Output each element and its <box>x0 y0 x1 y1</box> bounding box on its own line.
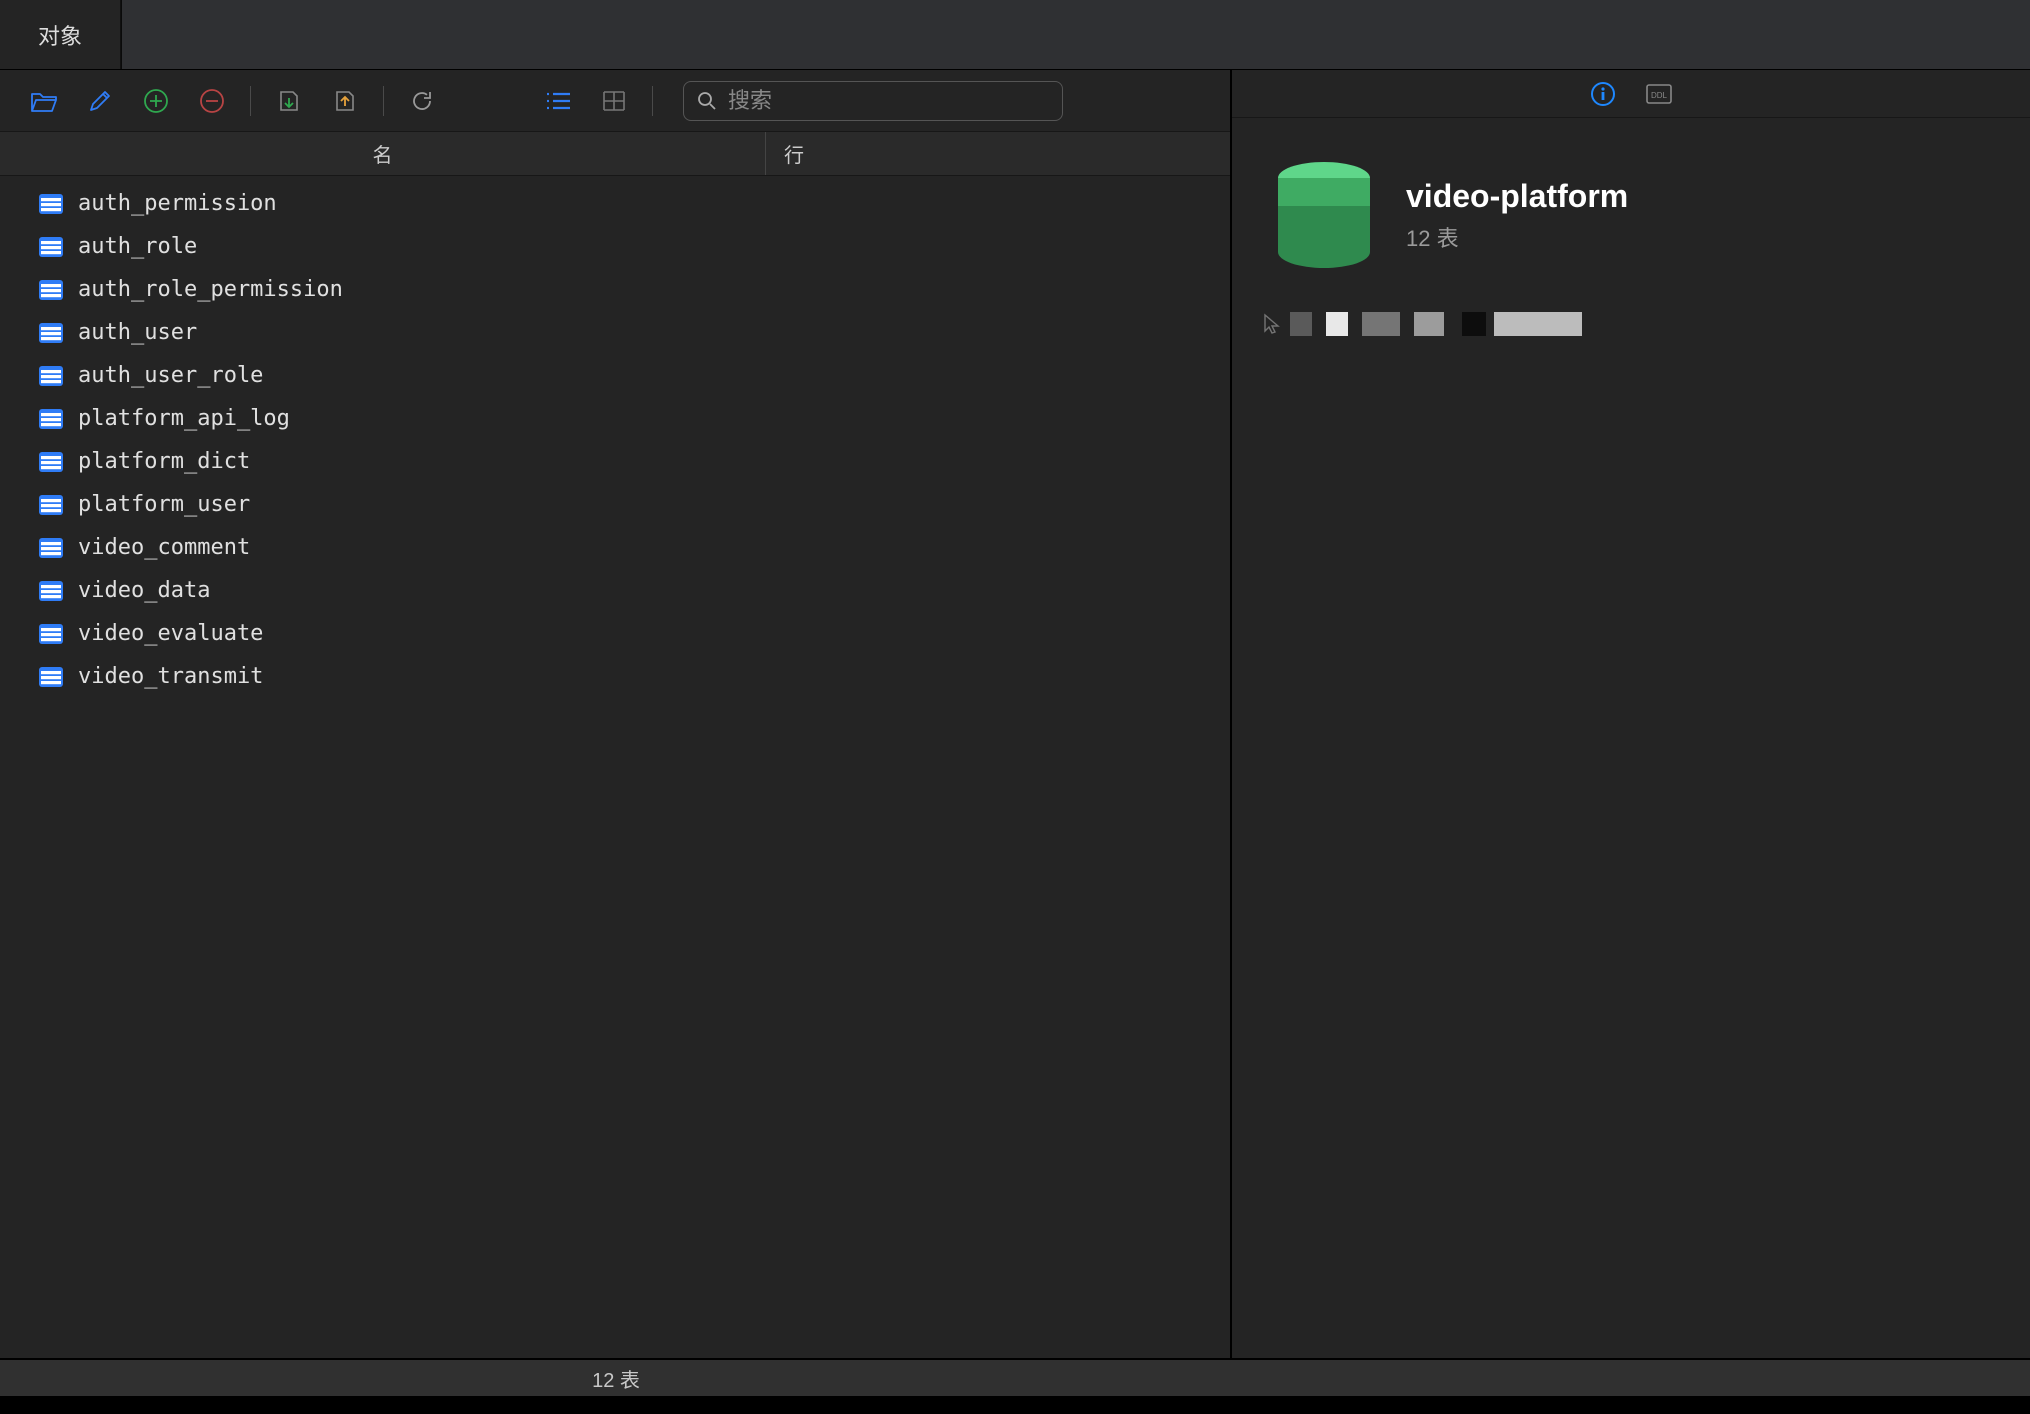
table-row[interactable]: auth_role_permission <box>0 268 1230 311</box>
table-name: platform_dict <box>78 449 250 474</box>
table-icon <box>38 666 64 688</box>
export-button[interactable] <box>317 79 373 123</box>
table-icon <box>38 193 64 215</box>
tab-empty-area <box>121 0 2030 69</box>
status-bar: 12 表 <box>0 1358 2030 1396</box>
table-row[interactable]: auth_user_role <box>0 354 1230 397</box>
table-row[interactable]: platform_dict <box>0 440 1230 483</box>
folder-open-icon <box>30 89 58 113</box>
table-icon <box>38 580 64 602</box>
search-icon <box>697 91 717 111</box>
obscured-strip <box>1232 288 2030 336</box>
table-row[interactable]: video_comment <box>0 526 1230 569</box>
tab-objects[interactable]: 对象 <box>0 0 121 69</box>
toolbar-separator <box>250 86 251 116</box>
table-name: video_transmit <box>78 664 263 689</box>
table-list: auth_permission auth_role auth_role_permis… <box>0 176 1230 1358</box>
database-icon <box>1274 160 1374 270</box>
cursor-icon <box>1262 313 1284 335</box>
table-row[interactable]: video_evaluate <box>0 612 1230 655</box>
table-name: video_evaluate <box>78 621 263 646</box>
add-button[interactable] <box>128 79 184 123</box>
database-header: video-platform 12 表 <box>1232 118 2030 288</box>
grid-icon <box>602 90 626 112</box>
detail-toolbar: DDL <box>1232 70 2030 118</box>
tab-strip: 对象 <box>0 0 2030 70</box>
bottom-edge <box>0 1396 2030 1414</box>
info-icon <box>1590 81 1616 107</box>
table-row[interactable]: auth_role <box>0 225 1230 268</box>
table-name: auth_role <box>78 234 197 259</box>
search-input[interactable] <box>683 81 1063 121</box>
import-icon <box>276 88 302 114</box>
table-icon <box>38 365 64 387</box>
ddl-tab[interactable]: DDL <box>1641 78 1677 110</box>
column-header-name[interactable]: 名 <box>0 132 766 175</box>
table-icon <box>38 451 64 473</box>
table-icon <box>38 322 64 344</box>
pencil-icon <box>87 88 113 114</box>
tab-label: 对象 <box>38 19 82 51</box>
column-header-rows[interactable]: 行 <box>766 132 1230 175</box>
table-row[interactable]: video_data <box>0 569 1230 612</box>
table-row[interactable]: video_transmit <box>0 655 1230 698</box>
table-name: auth_user_role <box>78 363 263 388</box>
table-name: platform_user <box>78 492 250 517</box>
export-icon <box>332 88 358 114</box>
table-name: auth_role_permission <box>78 277 343 302</box>
list-view-button[interactable] <box>530 79 586 123</box>
edit-button[interactable] <box>72 79 128 123</box>
list-icon <box>544 90 572 112</box>
database-name: video-platform <box>1406 178 1628 215</box>
table-name: auth_user <box>78 320 197 345</box>
open-button[interactable] <box>16 79 72 123</box>
table-name: auth_permission <box>78 191 277 216</box>
toolbar-separator <box>652 86 653 116</box>
ddl-icon: DDL <box>1645 83 1673 105</box>
info-tab[interactable] <box>1585 78 1621 110</box>
delete-button[interactable] <box>184 79 240 123</box>
refresh-icon <box>409 88 435 114</box>
table-name: video_data <box>78 578 210 603</box>
import-button[interactable] <box>261 79 317 123</box>
toolbar-separator <box>383 86 384 116</box>
table-row[interactable]: auth_permission <box>0 182 1230 225</box>
toolbar <box>0 70 1230 132</box>
plus-circle-icon <box>143 88 169 114</box>
table-icon <box>38 537 64 559</box>
database-summary: 12 表 <box>1406 221 1628 253</box>
status-text: 12 表 <box>592 1364 640 1393</box>
table-icon <box>38 408 64 430</box>
svg-text:DDL: DDL <box>1651 91 1668 100</box>
minus-circle-icon <box>199 88 225 114</box>
table-icon <box>38 279 64 301</box>
table-row[interactable]: platform_api_log <box>0 397 1230 440</box>
grid-view-button[interactable] <box>586 79 642 123</box>
table-icon <box>38 236 64 258</box>
table-icon <box>38 623 64 645</box>
search-wrap <box>683 81 1063 121</box>
table-name: platform_api_log <box>78 406 290 431</box>
table-row[interactable]: platform_user <box>0 483 1230 526</box>
table-name: video_comment <box>78 535 250 560</box>
table-icon <box>38 494 64 516</box>
refresh-button[interactable] <box>394 79 450 123</box>
table-row[interactable]: auth_user <box>0 311 1230 354</box>
column-headers: 名 行 <box>0 132 1230 176</box>
